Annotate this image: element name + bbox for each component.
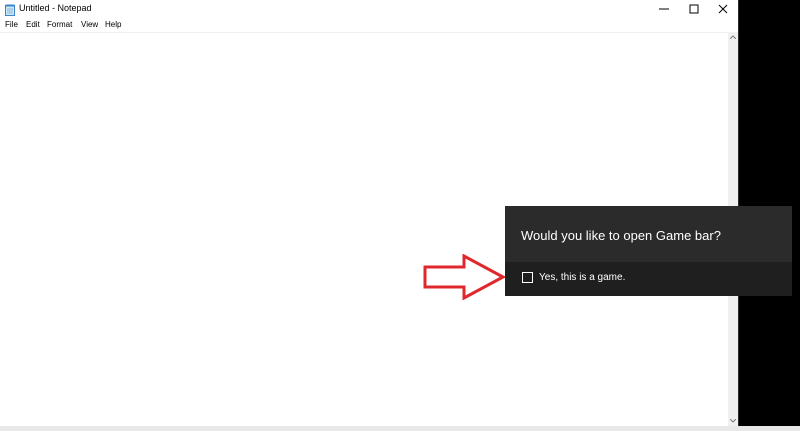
maximize-button[interactable] <box>678 0 710 18</box>
game-bar-question: Would you like to open Game bar? <box>521 228 721 243</box>
menu-edit[interactable]: Edit <box>26 20 40 29</box>
scroll-down-button[interactable] <box>728 416 738 426</box>
game-bar-checkbox-row[interactable]: Yes, this is a game. <box>505 262 792 296</box>
title-bar[interactable]: Untitled - Notepad <box>0 0 738 18</box>
window-title: Untitled - Notepad <box>19 3 92 13</box>
close-icon <box>718 4 728 14</box>
minimize-button[interactable] <box>648 0 680 18</box>
close-button[interactable] <box>707 0 739 18</box>
taskbar-strip <box>0 426 800 431</box>
scroll-up-button[interactable] <box>728 32 738 42</box>
game-bar-prompt: Would you like to open Game bar? Yes, th… <box>505 206 792 296</box>
menu-bar: File Edit Format View Help <box>0 18 738 32</box>
menu-file[interactable]: File <box>5 20 18 29</box>
notepad-icon <box>5 3 15 16</box>
maximize-icon <box>689 4 699 14</box>
chevron-up-icon <box>730 35 736 39</box>
menu-format[interactable]: Format <box>47 20 72 29</box>
minimize-icon <box>659 8 669 10</box>
chevron-down-icon <box>730 419 736 423</box>
red-outline-arrow-icon <box>423 254 506 300</box>
game-checkbox[interactable] <box>522 272 533 283</box>
menu-help[interactable]: Help <box>105 20 121 29</box>
game-checkbox-label[interactable]: Yes, this is a game. <box>539 272 625 283</box>
menu-view[interactable]: View <box>81 20 98 29</box>
